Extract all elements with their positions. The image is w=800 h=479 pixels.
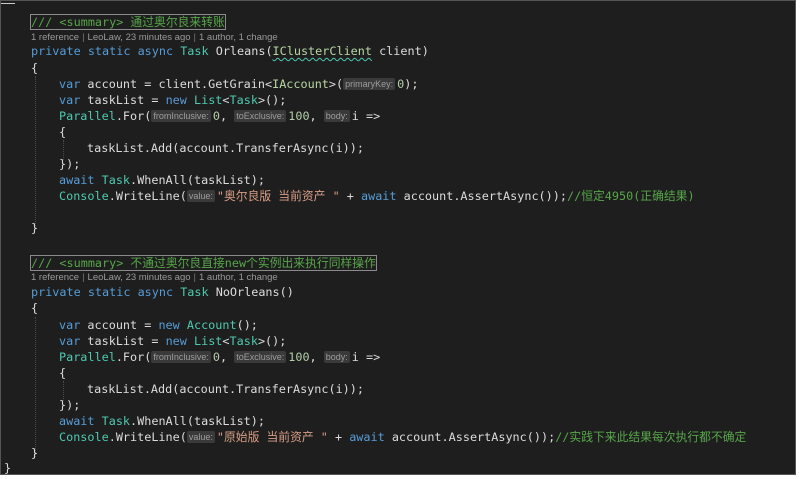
code-line[interactable]: taskList.Add(account.TransferAsync(i));: [87, 381, 364, 397]
code-line[interactable]: Parallel.For(fromInclusive: 0, toExclusiv…: [59, 108, 380, 124]
code-line[interactable]: Parallel.For(fromInclusive: 0, toExclusiv…: [59, 349, 380, 365]
codelens-author[interactable]: LeoLaw, 23 minutes ago: [88, 32, 191, 43]
code-line[interactable]: await Task.WhenAll(taskList);: [59, 413, 265, 429]
code-line[interactable]: Console.WriteLine(value: "奥尔良版 当前资产 " + a…: [59, 188, 695, 204]
code-line[interactable]: var taskList = new List<Task>();: [59, 92, 286, 108]
codelens-changes[interactable]: 1 author, 1 change: [199, 272, 278, 283]
code-line[interactable]: var taskList = new List<Task>();: [59, 333, 286, 349]
indent-guide: [35, 76, 36, 226]
inlay-hint: fromInclusive:: [151, 110, 211, 122]
method-signature[interactable]: private static async Task NoOrleans(): [31, 284, 294, 300]
codelens: 1 reference | LeoLaw, 23 minutes ago | 1 aut…: [31, 272, 278, 283]
open-brace: {: [31, 301, 39, 315]
fold-marker: [1, 1, 15, 4]
indent-guide: [35, 317, 36, 457]
code-line[interactable]: taskList.Add(account.TransferAsync(i));: [87, 140, 364, 156]
inlay-hint: primaryKey:: [343, 78, 396, 90]
open-brace: {: [31, 61, 39, 75]
class-close-brace: }: [4, 461, 12, 475]
code-line[interactable]: var account = new Account();: [59, 317, 258, 333]
code-line[interactable]: await Task.WhenAll(taskList);: [59, 172, 265, 188]
close-brace: }: [31, 221, 39, 235]
code-editor[interactable]: /// <summary> 通过奥尔良来转账 1 reference | LeoLa…: [0, 0, 796, 475]
inlay-hint: toExclusive:: [234, 351, 287, 363]
inlay-hint: value:: [186, 431, 215, 443]
inlay-hint: value:: [186, 190, 215, 202]
lambda-close-brace: });: [59, 398, 81, 412]
summary-comment[interactable]: /// <summary> 通过奥尔良来转账: [30, 14, 226, 30]
method-signature[interactable]: private static async Task Orleans(IClust…: [31, 43, 429, 59]
iclusterclient-type: IClusterClient: [272, 44, 372, 58]
inlay-hint: body:: [323, 110, 350, 122]
codelens-changes[interactable]: 1 author, 1 change: [199, 32, 278, 43]
codelens-references[interactable]: 1 reference: [31, 272, 79, 283]
inlay-hint: body:: [323, 351, 350, 363]
lambda-open-brace: {: [59, 125, 67, 139]
code-line[interactable]: Console.WriteLine(value: "原始版 当前资产 " + aw…: [59, 429, 746, 445]
code-line[interactable]: var account = client.GetGrain<IAccount>(…: [59, 76, 418, 92]
summary-comment[interactable]: /// <summary> 不通过奥尔良直接new个实例出来执行同样操作: [30, 255, 377, 271]
inlay-hint: toExclusive:: [234, 110, 287, 122]
codelens-author[interactable]: LeoLaw, 23 minutes ago: [88, 272, 191, 283]
lambda-close-brace: });: [59, 157, 81, 171]
close-brace: }: [31, 446, 39, 460]
lambda-open-brace: {: [59, 366, 67, 380]
inlay-hint: fromInclusive:: [151, 351, 211, 363]
codelens-references[interactable]: 1 reference: [31, 32, 79, 43]
